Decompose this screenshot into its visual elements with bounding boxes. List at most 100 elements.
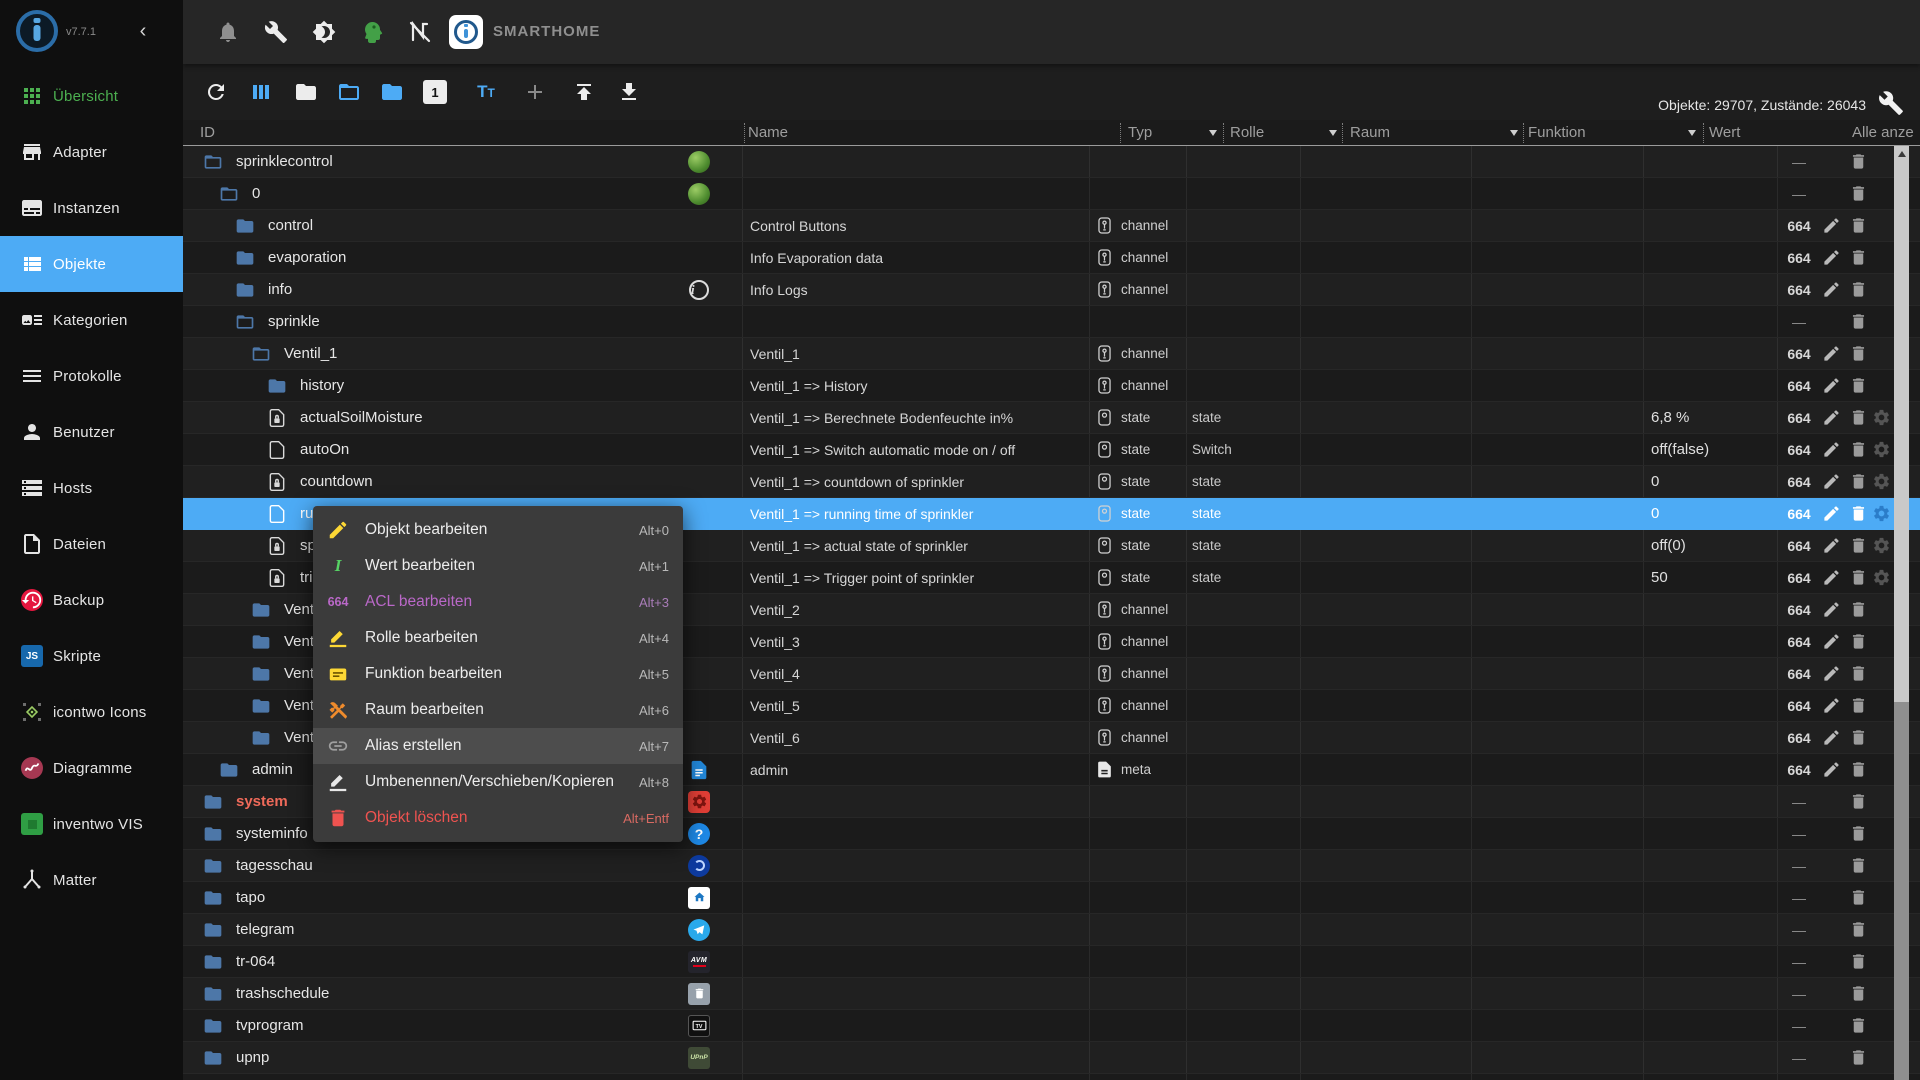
- delete-object-icon[interactable]: [1849, 824, 1868, 843]
- context-menu-item-rolle-bearbeiten[interactable]: Rolle bearbeitenAlt+4: [313, 620, 683, 656]
- notifications-bell-icon[interactable]: [216, 20, 240, 44]
- acl-badge[interactable]: 664: [1781, 498, 1817, 529]
- refresh-button[interactable]: [204, 80, 228, 104]
- object-row-actualSoilMoisture[interactable]: actualSoilMoistureVentil_1 => Berechnete…: [183, 402, 1920, 434]
- edit-object-icon[interactable]: [1822, 728, 1841, 747]
- custom-settings-gear-icon[interactable]: [1872, 472, 1891, 491]
- tree-toggle[interactable]: [235, 242, 255, 273]
- object-row-tvprogram[interactable]: tvprogramTV—: [183, 1010, 1920, 1042]
- filter-dropdown-arrow-icon[interactable]: [1209, 130, 1217, 140]
- tree-toggle[interactable]: [267, 434, 287, 465]
- vertical-scrollbar[interactable]: [1894, 146, 1909, 1080]
- sidebar-item-hosts[interactable]: Hosts: [0, 460, 183, 516]
- delete-object-icon[interactable]: [1849, 280, 1868, 299]
- custom-settings-gear-icon[interactable]: [1872, 440, 1891, 459]
- tree-toggle[interactable]: [203, 850, 223, 881]
- tree-toggle[interactable]: [267, 370, 287, 401]
- context-menu-item-funktion-bearbeiten[interactable]: Funktion bearbeitenAlt+5: [313, 656, 683, 692]
- delete-object-icon[interactable]: [1849, 408, 1868, 427]
- import-button[interactable]: [572, 80, 596, 104]
- delete-object-icon[interactable]: [1849, 184, 1868, 203]
- tree-toggle[interactable]: [203, 1010, 223, 1041]
- column-settings-wrench-icon[interactable]: [1878, 90, 1904, 116]
- tree-toggle[interactable]: [235, 274, 255, 305]
- edit-object-icon[interactable]: [1822, 664, 1841, 683]
- tree-toggle[interactable]: [251, 658, 271, 689]
- tree-toggle[interactable]: [203, 946, 223, 977]
- sidebar-item-matter[interactable]: Matter: [0, 852, 183, 908]
- object-row-evaporation[interactable]: evaporationInfo Evaporation datachannel6…: [183, 242, 1920, 274]
- acl-badge[interactable]: 664: [1781, 594, 1817, 625]
- object-row-countdown[interactable]: countdownVentil_1 => countdown of sprink…: [183, 466, 1920, 498]
- delete-object-icon[interactable]: [1849, 248, 1868, 267]
- delete-object-icon[interactable]: [1849, 504, 1868, 523]
- object-row-telegram[interactable]: telegram—: [183, 914, 1920, 946]
- tree-toggle[interactable]: [251, 722, 271, 753]
- acl-badge[interactable]: 664: [1781, 530, 1817, 561]
- tree-toggle[interactable]: [203, 914, 223, 945]
- edit-object-icon[interactable]: [1822, 696, 1841, 715]
- scrollbar-up-button[interactable]: [1894, 146, 1909, 162]
- tree-toggle[interactable]: [251, 338, 271, 369]
- column-header-rolle[interactable]: Rolle: [1230, 124, 1264, 141]
- acl-badge[interactable]: 664: [1781, 338, 1817, 369]
- context-menu-item-umbenennen-verschieben-kopieren[interactable]: Umbenennen/Verschieben/KopierenAlt+8: [313, 764, 683, 800]
- object-row-tagesschau[interactable]: tagesschau—: [183, 850, 1920, 882]
- sidebar-item-icontwo-icons[interactable]: icontwo Icons: [0, 684, 183, 740]
- delete-object-icon[interactable]: [1849, 984, 1868, 1003]
- tree-toggle[interactable]: [235, 210, 255, 241]
- edit-object-icon[interactable]: [1822, 600, 1841, 619]
- delete-object-icon[interactable]: [1849, 344, 1868, 363]
- delete-object-icon[interactable]: [1849, 472, 1868, 491]
- delete-object-icon[interactable]: [1849, 920, 1868, 939]
- delete-object-icon[interactable]: [1849, 312, 1868, 331]
- delete-object-icon[interactable]: [1849, 696, 1868, 715]
- delete-object-icon[interactable]: [1849, 440, 1868, 459]
- object-row-autoOn[interactable]: autoOnVentil_1 => Switch automatic mode …: [183, 434, 1920, 466]
- acl-badge[interactable]: 664: [1781, 626, 1817, 657]
- delete-object-icon[interactable]: [1849, 632, 1868, 651]
- delete-object-icon[interactable]: [1849, 600, 1868, 619]
- column-header-raum[interactable]: Raum: [1350, 124, 1390, 141]
- delete-object-icon[interactable]: [1849, 1016, 1868, 1035]
- sidebar-item-kategorien[interactable]: Kategorien: [0, 292, 183, 348]
- object-row-sprinkle[interactable]: sprinkle—: [183, 306, 1920, 338]
- sidebar-item-protokolle[interactable]: Protokolle: [0, 348, 183, 404]
- filter-dropdown-arrow-icon[interactable]: [1688, 130, 1696, 140]
- add-object-button[interactable]: [523, 80, 547, 104]
- delete-object-icon[interactable]: [1849, 536, 1868, 555]
- context-menu-item-wert-bearbeiten[interactable]: IWert bearbeitenAlt+1: [313, 548, 683, 584]
- edit-object-icon[interactable]: [1822, 632, 1841, 651]
- edit-object-icon[interactable]: [1822, 504, 1841, 523]
- delete-object-icon[interactable]: [1849, 760, 1868, 779]
- delete-object-icon[interactable]: [1849, 568, 1868, 587]
- tree-toggle[interactable]: [251, 626, 271, 657]
- tree-toggle[interactable]: [219, 178, 239, 209]
- tree-toggle[interactable]: [203, 146, 223, 177]
- sidebar-item-skripte[interactable]: JS Skripte: [0, 628, 183, 684]
- acl-badge[interactable]: 664: [1781, 754, 1817, 785]
- tree-toggle[interactable]: [203, 786, 223, 817]
- news-off-icon[interactable]: [408, 20, 432, 44]
- toggle-names-button[interactable]: TT: [474, 80, 498, 104]
- tree-toggle[interactable]: [203, 978, 223, 1009]
- tree-toggle[interactable]: [203, 818, 223, 849]
- expand-all-button[interactable]: [337, 80, 361, 104]
- object-row-Ventil_1[interactable]: Ventil_1Ventil_1channel664: [183, 338, 1920, 370]
- object-row-info[interactable]: infoiInfo Logschannel664: [183, 274, 1920, 306]
- collapse-level-button[interactable]: [380, 80, 404, 104]
- tree-toggle[interactable]: [251, 594, 271, 625]
- depth-level-button[interactable]: 1: [423, 80, 447, 104]
- tree-toggle[interactable]: [203, 882, 223, 913]
- acl-badge[interactable]: 664: [1781, 402, 1817, 433]
- scrollbar-thumb[interactable]: [1894, 162, 1909, 702]
- delete-object-icon[interactable]: [1849, 856, 1868, 875]
- edit-object-icon[interactable]: [1822, 248, 1841, 267]
- filter-dropdown-arrow-icon[interactable]: [1510, 130, 1518, 140]
- build-wrench-icon[interactable]: [264, 20, 288, 44]
- delete-object-icon[interactable]: [1849, 728, 1868, 747]
- columns-view-button[interactable]: [249, 80, 273, 104]
- object-row-history[interactable]: historyVentil_1 => Historychannel664: [183, 370, 1920, 402]
- tree-toggle[interactable]: [219, 754, 239, 785]
- object-row-tr-064[interactable]: tr-064AVM—: [183, 946, 1920, 978]
